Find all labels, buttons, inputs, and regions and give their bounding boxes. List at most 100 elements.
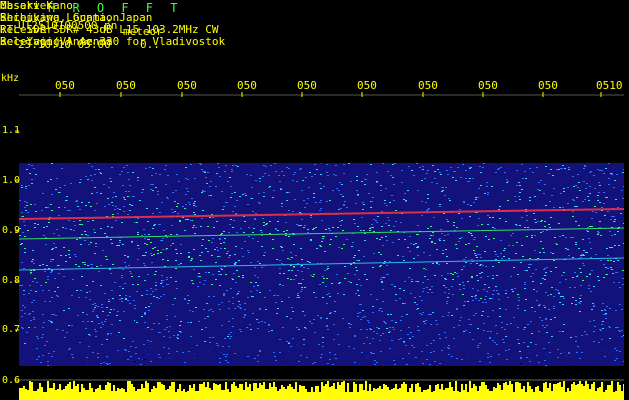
noise-pixel xyxy=(527,227,529,228)
noise-pixel xyxy=(49,301,51,302)
noise-pixel xyxy=(438,264,440,265)
noise-pixel xyxy=(240,308,242,309)
noise-pixel xyxy=(314,362,316,363)
noise-pixel xyxy=(328,228,330,229)
noise-pixel xyxy=(157,253,159,254)
noise-pixel xyxy=(86,314,88,315)
noise-pixel xyxy=(32,250,34,251)
signal-level-bar xyxy=(47,381,49,400)
noise-pixel xyxy=(425,320,427,321)
noise-pixel xyxy=(262,218,264,219)
noise-pixel xyxy=(42,334,44,335)
noise-pixel xyxy=(144,238,146,239)
noise-pixel xyxy=(46,341,48,342)
noise-pixel xyxy=(326,164,328,165)
noise-pixel xyxy=(132,196,134,197)
signal-level-bar xyxy=(483,382,485,400)
noise-pixel xyxy=(244,339,246,340)
noise-pixel xyxy=(398,239,400,240)
noise-pixel xyxy=(562,165,564,166)
noise-pixel xyxy=(518,297,520,298)
noise-pixel xyxy=(252,232,254,233)
noise-pixel xyxy=(589,193,591,194)
noise-pixel xyxy=(618,245,620,246)
noise-pixel xyxy=(222,209,224,210)
noise-pixel xyxy=(342,230,344,231)
noise-pixel xyxy=(619,287,621,288)
noise-pixel xyxy=(203,284,205,285)
noise-pixel xyxy=(310,240,312,241)
noise-pixel xyxy=(91,267,93,268)
signal-level-bar xyxy=(565,392,567,400)
noise-pixel xyxy=(477,225,479,226)
noise-pixel xyxy=(315,297,317,298)
noise-pixel xyxy=(620,213,622,214)
noise-pixel xyxy=(352,242,354,243)
noise-pixel xyxy=(484,284,486,285)
noise-pixel xyxy=(293,279,295,280)
noise-pixel xyxy=(268,187,270,188)
noise-pixel xyxy=(459,289,461,290)
noise-pixel xyxy=(593,320,595,321)
noise-pixel xyxy=(255,180,257,181)
noise-pixel xyxy=(191,198,193,199)
signal-level-bar xyxy=(231,384,233,400)
noise-pixel xyxy=(229,338,231,339)
noise-pixel xyxy=(151,175,153,176)
noise-pixel xyxy=(19,200,21,201)
noise-pixel xyxy=(517,274,519,275)
noise-pixel xyxy=(193,353,195,354)
signal-level-bar xyxy=(219,384,221,400)
noise-pixel xyxy=(121,171,123,172)
noise-pixel xyxy=(378,252,380,253)
noise-pixel xyxy=(618,330,620,331)
noise-pixel xyxy=(391,320,393,321)
noise-pixel xyxy=(261,246,263,247)
noise-pixel xyxy=(477,197,479,198)
noise-pixel xyxy=(153,225,155,226)
noise-pixel xyxy=(370,294,372,295)
noise-pixel xyxy=(563,191,565,192)
noise-pixel xyxy=(565,355,567,356)
noise-pixel xyxy=(65,200,67,201)
noise-pixel xyxy=(597,200,599,201)
noise-pixel xyxy=(213,227,215,228)
noise-pixel xyxy=(599,170,601,171)
noise-pixel xyxy=(490,356,492,357)
noise-pixel xyxy=(531,235,533,236)
signal-level-bar xyxy=(617,382,619,400)
noise-pixel xyxy=(453,327,455,328)
noise-pixel xyxy=(187,191,189,192)
noise-pixel xyxy=(257,241,259,242)
noise-pixel xyxy=(225,356,227,357)
noise-pixel xyxy=(607,260,609,261)
noise-pixel xyxy=(131,242,133,243)
noise-pixel xyxy=(313,352,315,353)
noise-pixel xyxy=(134,361,136,362)
noise-pixel xyxy=(128,191,130,192)
noise-pixel xyxy=(357,313,359,314)
noise-pixel xyxy=(145,252,147,253)
noise-pixel xyxy=(28,164,30,165)
noise-pixel xyxy=(558,169,560,170)
noise-pixel xyxy=(244,221,246,222)
noise-pixel xyxy=(32,357,34,358)
signal-level-bar xyxy=(107,382,109,400)
noise-pixel xyxy=(102,324,104,325)
noise-pixel xyxy=(286,341,288,342)
noise-pixel xyxy=(110,309,112,310)
noise-pixel xyxy=(473,202,475,203)
noise-pixel xyxy=(384,200,386,201)
noise-pixel xyxy=(104,293,106,294)
noise-pixel xyxy=(480,264,482,265)
signal-level-bar xyxy=(155,388,157,400)
noise-pixel xyxy=(163,336,165,337)
noise-pixel xyxy=(24,201,26,202)
noise-pixel xyxy=(577,275,579,276)
noise-pixel xyxy=(173,335,175,336)
noise-pixel xyxy=(21,243,23,244)
noise-pixel xyxy=(576,351,578,352)
signal-level-bar xyxy=(347,383,349,400)
noise-pixel xyxy=(350,264,352,265)
noise-pixel xyxy=(166,279,168,280)
